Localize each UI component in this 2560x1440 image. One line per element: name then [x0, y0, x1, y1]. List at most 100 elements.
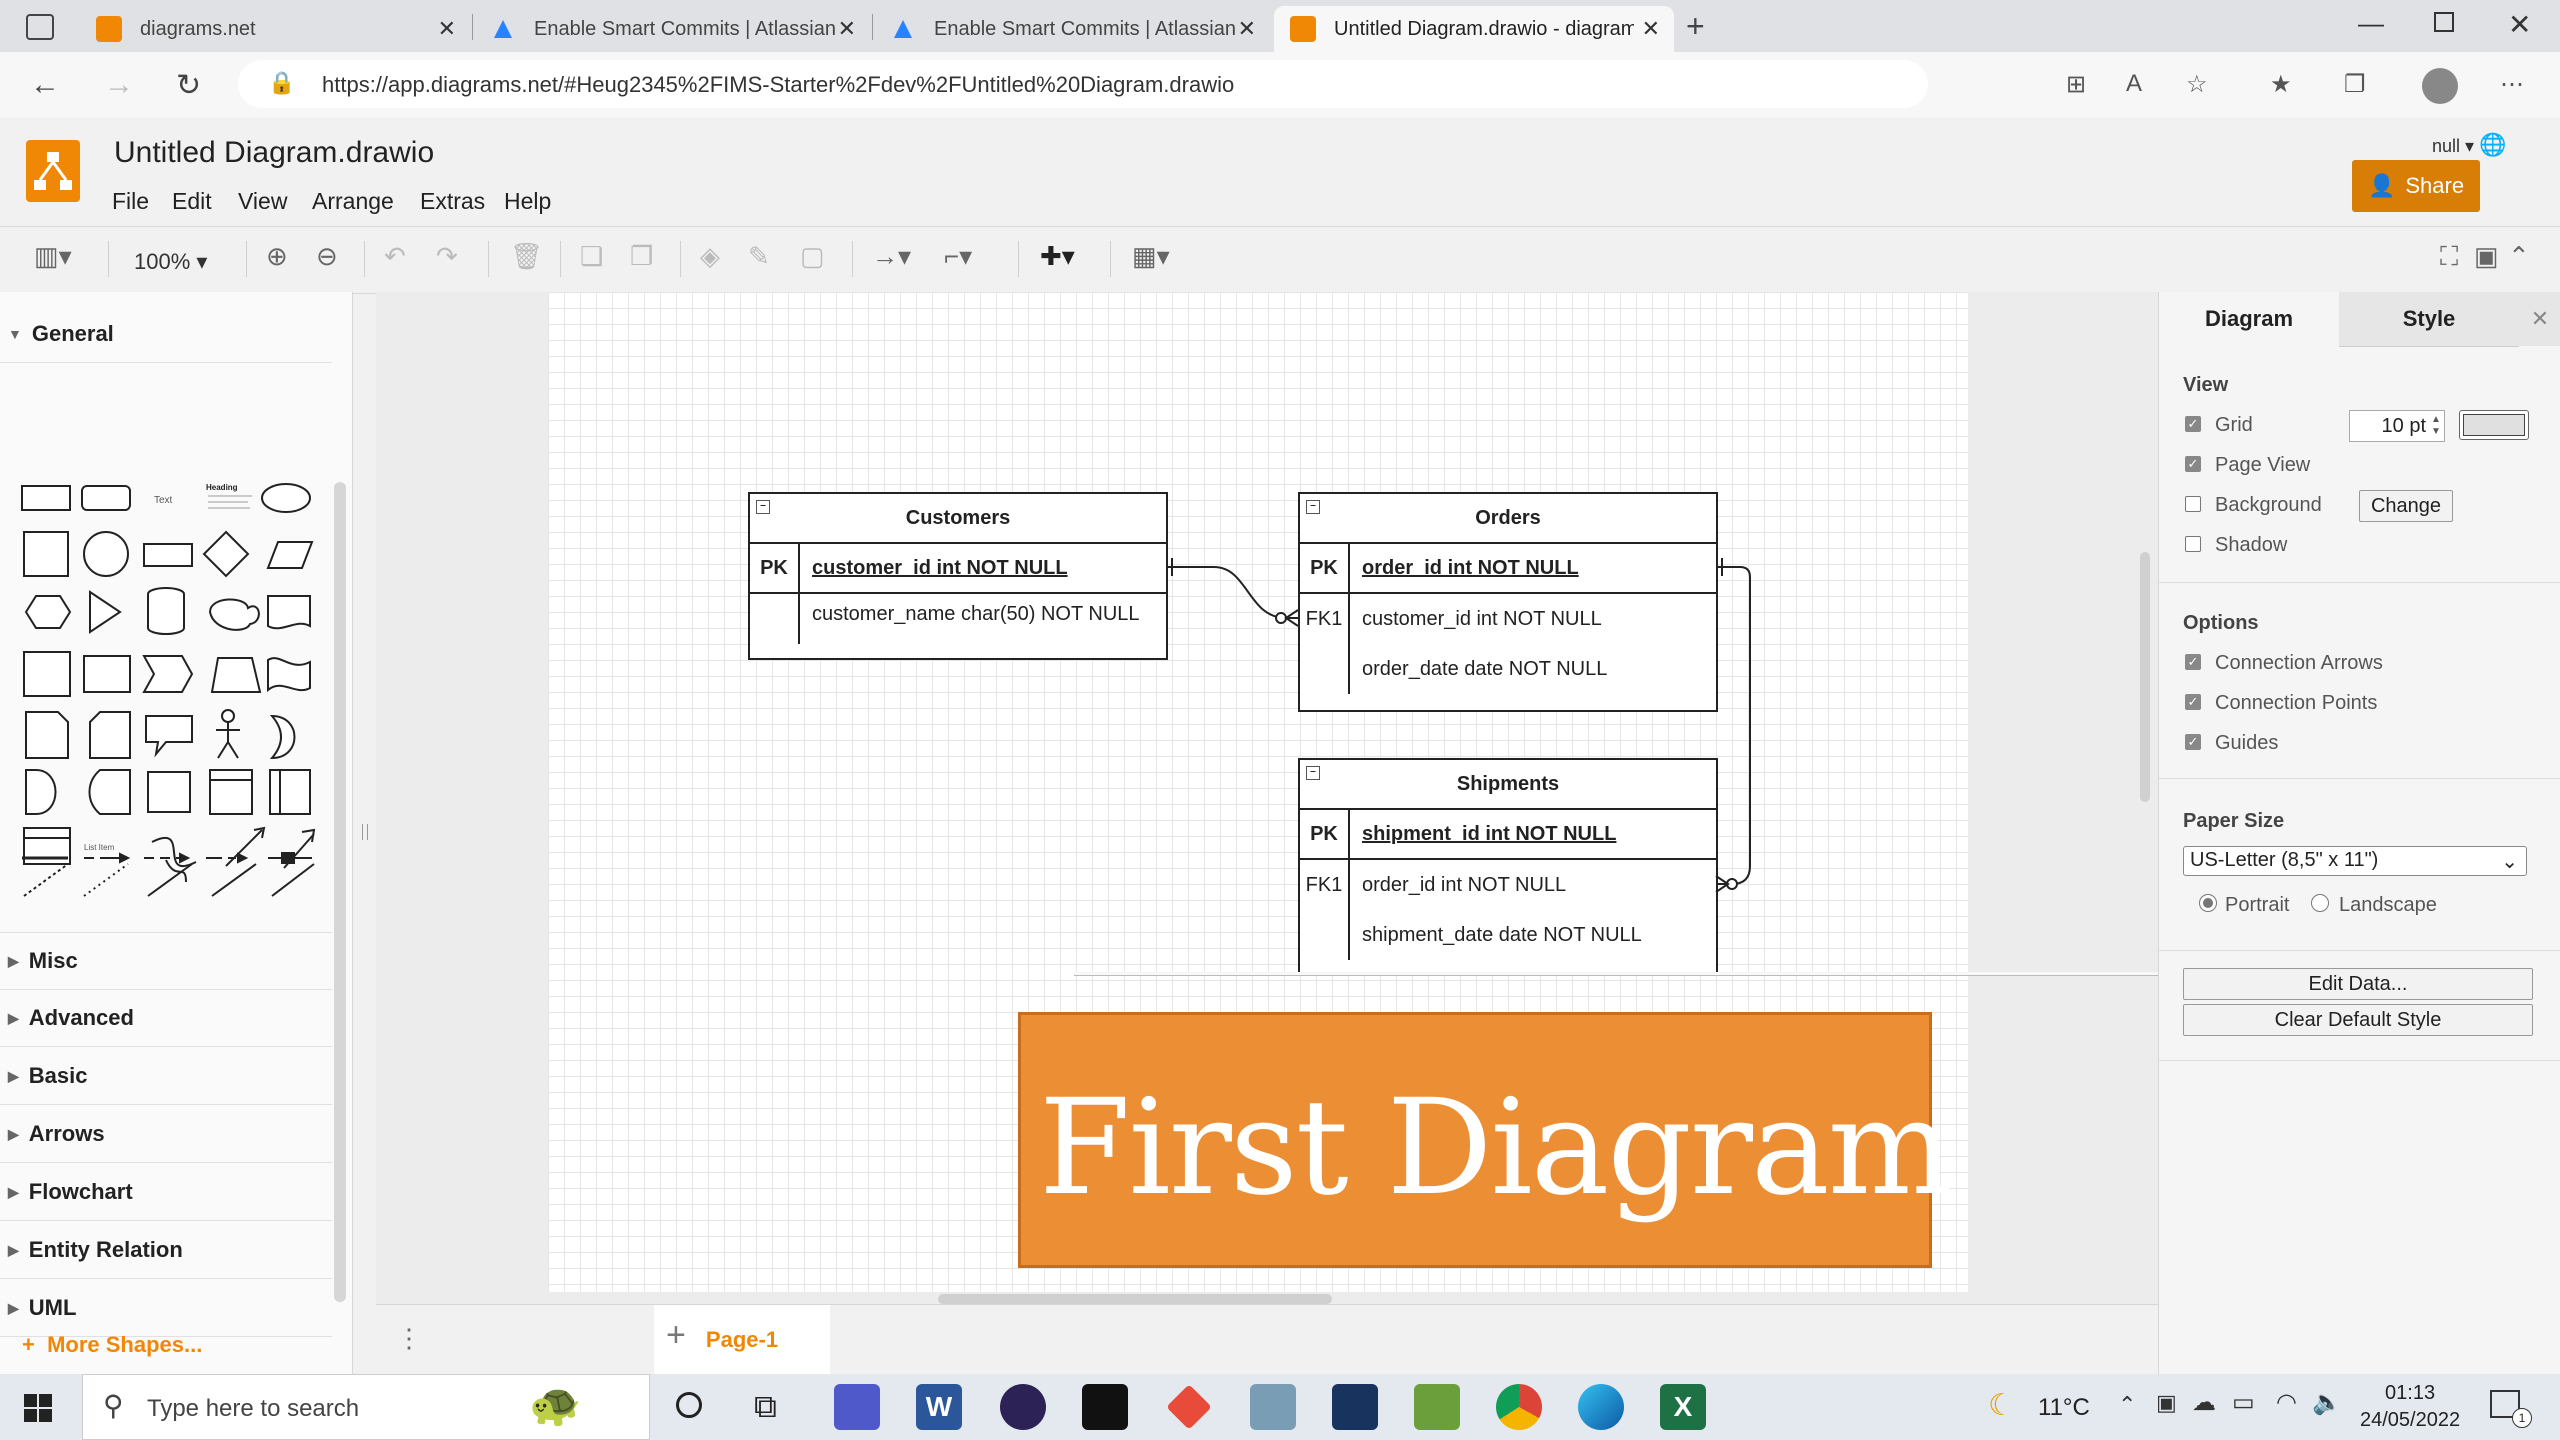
tab-actions-icon[interactable]	[26, 14, 54, 40]
cortana-icon[interactable]	[676, 1392, 702, 1418]
canvas-horizontal-scrollbar[interactable]	[938, 1294, 1332, 1304]
to-back-icon[interactable]: ❐	[630, 241, 653, 272]
minimize-icon[interactable]: —	[2358, 8, 2384, 39]
terminal-icon[interactable]	[1082, 1384, 1128, 1430]
menu-help[interactable]: Help	[504, 188, 551, 215]
device-icon[interactable]: ▣	[2156, 1390, 2177, 1416]
redo-icon[interactable]: ↷	[436, 241, 458, 272]
close-panel-icon[interactable]: ✕	[2519, 292, 2560, 346]
connection-points-checkbox[interactable]: ✓	[2185, 694, 2201, 710]
share-button[interactable]: 👤 Share	[2352, 160, 2480, 212]
background-checkbox[interactable]	[2185, 496, 2201, 512]
profile-avatar[interactable]	[2422, 68, 2458, 104]
url-field[interactable]: 🔒 https://app.diagrams.net/#Heug2345%2FI…	[238, 60, 1928, 108]
delete-icon[interactable]: 🗑	[510, 241, 543, 272]
zoom-select[interactable]: 100% ▾	[134, 249, 207, 275]
shadow-icon[interactable]: ▢	[800, 241, 825, 272]
zoom-out-icon[interactable]: ⊖	[316, 241, 338, 272]
weather-moon-icon[interactable]: ☾	[1988, 1388, 2015, 1423]
connection-arrows-checkbox[interactable]: ✓	[2185, 654, 2201, 670]
to-front-icon[interactable]: ❏	[580, 241, 603, 272]
landscape-radio[interactable]	[2311, 894, 2329, 912]
insert-icon[interactable]: ✚▾	[1040, 241, 1075, 272]
browser-tab[interactable]: diagrams.net ✕	[80, 6, 470, 52]
tab-close-icon[interactable]: ✕	[438, 16, 456, 42]
grid-color-swatch[interactable]	[2459, 410, 2529, 440]
menu-file[interactable]: File	[112, 188, 149, 215]
apps-icon[interactable]: ⊞	[2066, 70, 2086, 99]
portrait-radio[interactable]	[2199, 894, 2217, 912]
connection-icon[interactable]: →▾	[872, 241, 911, 272]
sidebar-scrollbar[interactable]	[334, 482, 346, 1302]
show-hidden-icons-icon[interactable]: ⌃	[2118, 1392, 2136, 1418]
task-view-icon[interactable]: ⧉	[754, 1388, 777, 1426]
edit-data-button[interactable]: Edit Data...	[2183, 968, 2533, 1000]
wifi-icon[interactable]: ◠	[2276, 1388, 2297, 1417]
browser-tab[interactable]: Enable Smart Commits | Atlassian ✕	[874, 6, 1270, 52]
menu-extras[interactable]: Extras	[420, 188, 485, 215]
onedrive-icon[interactable]: ☁	[2192, 1388, 2216, 1417]
chrome-icon[interactable]	[1496, 1384, 1542, 1430]
zoom-in-icon[interactable]: ⊕	[266, 241, 288, 272]
tab-diagram[interactable]: Diagram	[2159, 292, 2339, 346]
table-icon[interactable]: ▦▾	[1132, 241, 1170, 272]
reload-icon[interactable]: ↻	[176, 68, 201, 103]
browser-tab-active[interactable]: Untitled Diagram.drawio - diagrams ✕	[1274, 6, 1674, 52]
window-close-icon[interactable]: ✕	[2508, 8, 2531, 41]
windows-start-icon[interactable]	[24, 1394, 52, 1422]
teams-icon[interactable]	[834, 1384, 880, 1430]
language-selector[interactable]: null ▾ 🌐	[2432, 132, 2506, 158]
app-icon[interactable]	[1250, 1384, 1296, 1430]
read-aloud-icon[interactable]: A	[2126, 70, 2142, 98]
taskbar-clock[interactable]: 01:13 24/05/2022	[2360, 1380, 2460, 1434]
browser-tab[interactable]: Enable Smart Commits | Atlassian ✕	[474, 6, 870, 52]
volume-icon[interactable]: 🔈	[2312, 1388, 2342, 1417]
section-basic[interactable]: ▶ Basic	[0, 1048, 332, 1105]
sql-icon[interactable]	[1332, 1384, 1378, 1430]
favorites-icon[interactable]: ★	[2270, 70, 2292, 99]
more-shapes-button[interactable]: + More Shapes...	[22, 1332, 202, 1358]
favorite-add-icon[interactable]: ☆	[2186, 70, 2208, 99]
canvas-vertical-scrollbar[interactable]	[2140, 552, 2150, 802]
format-panel-toggle-icon[interactable]: ▥▾	[34, 241, 72, 272]
add-page-icon[interactable]: +	[666, 1316, 686, 1355]
clear-default-style-button[interactable]: Clear Default Style	[2183, 1004, 2533, 1036]
taskbar-search-input[interactable]: ⚲ Type here to search 🐢	[82, 1374, 650, 1440]
paper-size-select[interactable]: US-Letter (8,5" x 11") ⌄	[2183, 846, 2527, 876]
document-title[interactable]: Untitled Diagram.drawio	[114, 136, 434, 170]
shadow-checkbox[interactable]	[2185, 536, 2201, 552]
excel-icon[interactable]: X	[1660, 1384, 1706, 1430]
section-uml[interactable]: ▶ UML	[0, 1280, 332, 1337]
tab-close-icon[interactable]: ✕	[1238, 16, 1256, 42]
forward-icon[interactable]: →	[104, 68, 134, 102]
chart-app-icon[interactable]	[1414, 1384, 1460, 1430]
lock-icon[interactable]: 🔒	[268, 70, 295, 96]
background-change-button[interactable]: Change	[2359, 490, 2453, 522]
collapse-icon[interactable]: ⌃	[2508, 241, 2530, 272]
section-arrows[interactable]: ▶ Arrows	[0, 1106, 332, 1163]
section-flowchart[interactable]: ▶ Flowchart	[0, 1164, 332, 1221]
section-entity-relation[interactable]: ▶ Entity Relation	[0, 1222, 332, 1279]
pages-menu-icon[interactable]: ⋮	[396, 1323, 422, 1354]
grid-size-stepper[interactable]: ▲ ▼	[2431, 414, 2441, 438]
edge-icon[interactable]	[1578, 1384, 1624, 1430]
section-misc[interactable]: ▶ Misc	[0, 932, 332, 990]
menu-view[interactable]: View	[238, 188, 287, 215]
menu-arrange[interactable]: Arrange	[312, 188, 394, 215]
grid-checkbox[interactable]: ✓	[2185, 416, 2201, 432]
line-color-icon[interactable]: ✎	[748, 241, 770, 272]
format-panel-icon[interactable]: ▣	[2474, 241, 2499, 272]
eclipse-icon[interactable]	[1000, 1384, 1046, 1430]
sidebar-resize-handle[interactable]	[362, 824, 368, 840]
restore-icon[interactable]	[2434, 12, 2454, 32]
git-icon[interactable]	[1166, 1384, 1212, 1430]
word-icon[interactable]: W	[916, 1384, 962, 1430]
battery-icon[interactable]: ▭	[2232, 1388, 2255, 1417]
tab-style[interactable]: Style	[2339, 292, 2519, 347]
new-tab-icon[interactable]: +	[1686, 8, 1705, 45]
back-icon[interactable]: ←	[30, 68, 60, 102]
menu-edit[interactable]: Edit	[172, 188, 212, 215]
section-advanced[interactable]: ▶ Advanced	[0, 990, 332, 1047]
section-general[interactable]: ▼ General	[0, 306, 332, 363]
fullscreen-icon[interactable]: ⛶	[2440, 241, 2458, 273]
